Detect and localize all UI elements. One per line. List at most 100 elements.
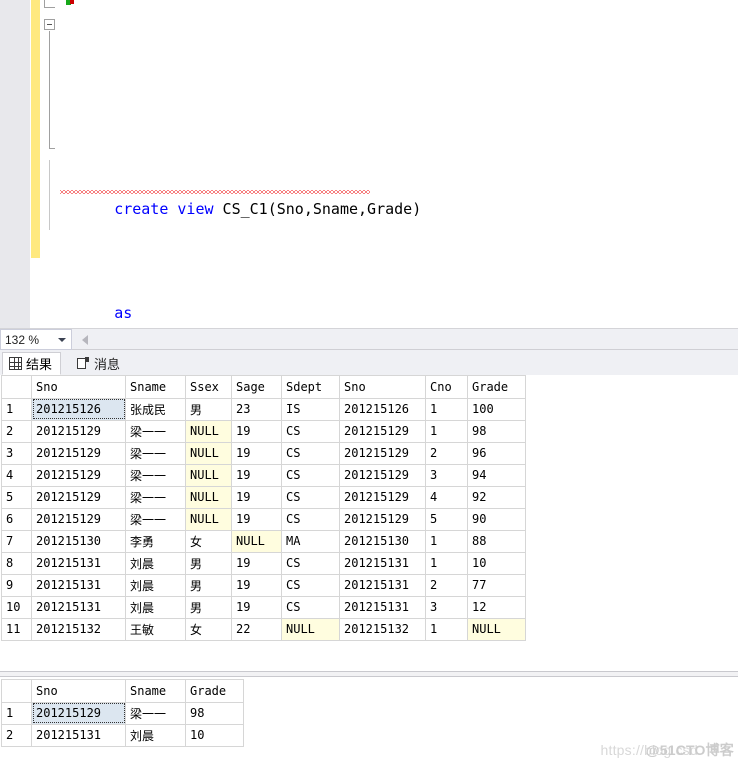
cell-sname-2[interactable]: 梁一一 [125,701,186,725]
row-number[interactable]: 1 [1,397,32,421]
cell-sage-4[interactable]: 23 [231,397,282,421]
cell-sno-6[interactable]: 201215129 [339,463,426,487]
cell-sage-4[interactable]: 19 [231,441,282,465]
code-text-area[interactable]: create view CS_C1(Sno,Sname,Grade) as se… [56,0,738,328]
row-number[interactable]: 4 [1,463,32,487]
cell-sage-4[interactable]: 19 [231,573,282,597]
cell-sname-2[interactable]: 刘晨 [125,595,186,619]
cell-sno-6[interactable]: 201215129 [339,441,426,465]
cell-sdept-5[interactable]: CS [281,441,340,465]
row-number[interactable]: 9 [1,573,32,597]
cell-sdept-5[interactable]: CS [281,419,340,443]
cell-cno-7[interactable]: 1 [425,397,468,421]
cell-ssex-3[interactable]: 女 [185,617,232,641]
cell-sdept-5[interactable]: CS [281,507,340,531]
cell-sno-6[interactable]: 201215126 [339,397,426,421]
row-number[interactable]: 1 [1,701,32,725]
results-table-1[interactable]: Sno Sname Ssex Sage Sdept Sno Cno Grade 1 201215… [1,376,526,641]
cell-sname-2[interactable]: 梁一一 [125,419,186,443]
tab-results[interactable]: 结果 [2,352,62,375]
row-number[interactable]: 5 [1,485,32,509]
cell-sno-6[interactable]: 201215131 [339,595,426,619]
cell-sname-2[interactable]: 刘晨 [125,723,186,747]
cell-sno-6[interactable]: 201215129 [339,507,426,531]
code-line-create-view[interactable]: create view CS_C1(Sno,Sname,Grade) [56,170,738,218]
cell-ssex-3[interactable]: 女 [185,529,232,553]
cell-cno-7[interactable]: 1 [425,419,468,443]
column-header-ssex-3[interactable]: Ssex [185,376,232,399]
cell-sno-1[interactable]: 201215129 [31,463,126,487]
table-row[interactable]: 5 201215129 梁一一 NULL 19 CS 201215129 4 92 [1,485,526,509]
table-row[interactable]: 10 201215131 刘晨男 19 CS 201215131 3 12 [1,595,526,619]
column-header-grade-3[interactable]: Grade [185,680,244,703]
column-header-rownum[interactable] [1,680,32,703]
table-row[interactable]: 6 201215129 梁一一 NULL 19 CS 201215129 5 90 [1,507,526,531]
column-header-sage-4[interactable]: Sage [231,376,282,399]
table-row[interactable]: 1 201215129 梁一一 98 [1,701,244,725]
cell-sname-2[interactable]: 梁一一 [125,463,186,487]
row-number[interactable]: 11 [1,617,32,641]
cell-sdept-5[interactable]: NULL [281,617,340,641]
column-header-sno-6[interactable]: Sno [339,376,426,399]
cell-sno-6[interactable]: 201215132 [339,617,426,641]
row-number[interactable]: 2 [1,419,32,443]
cell-sno-6[interactable]: 201215129 [339,485,426,509]
cell-ssex-3[interactable]: NULL [185,507,232,531]
cell-sno-1[interactable]: 201215129 [31,441,126,465]
table-body[interactable]: 1 201215126 张成民男 23 IS 201215126 1 100 2 20121512… [1,397,526,641]
cell-sno-1[interactable]: 201215126 [31,397,126,421]
row-number[interactable]: 6 [1,507,32,531]
chevron-down-icon[interactable] [58,338,66,342]
column-header-cno-7[interactable]: Cno [425,376,468,399]
cell-sno-1[interactable]: 201215129 [31,485,126,509]
cell-sdept-5[interactable]: CS [281,551,340,575]
cell-sdept-5[interactable]: MA [281,529,340,553]
cell-ssex-3[interactable]: 男 [185,397,232,421]
cell-sage-4[interactable]: 19 [231,595,282,619]
cell-grade-8[interactable]: 77 [467,573,526,597]
cell-sno-6[interactable]: 201215130 [339,529,426,553]
sql-editor-pane[interactable]: create view CS_C1(Sno,Sname,Grade) as se… [0,0,738,328]
table-row[interactable]: 3 201215129 梁一一 NULL 19 CS 201215129 2 96 [1,441,526,465]
row-number[interactable]: 7 [1,529,32,553]
cell-sno-6[interactable]: 201215131 [339,551,426,575]
cell-ssex-3[interactable]: 男 [185,595,232,619]
results-grid-host[interactable]: Sno Sname Ssex Sage Sdept Sno Cno Grade 1 201215… [0,375,738,772]
cell-grade-8[interactable]: 10 [467,551,526,575]
cell-sname-2[interactable]: 梁一一 [125,485,186,509]
cell-ssex-3[interactable]: NULL [185,463,232,487]
cell-cno-7[interactable]: 1 [425,551,468,575]
cell-ssex-3[interactable]: NULL [185,485,232,509]
cell-sno-6[interactable]: 201215129 [339,419,426,443]
column-header-sdept-5[interactable]: Sdept [281,376,340,399]
cell-sno-1[interactable]: 201215130 [31,529,126,553]
table-row[interactable]: 11 201215132 王敏女 22 NULL 201215132 1 NULL [1,617,526,641]
cell-cno-7[interactable]: 2 [425,441,468,465]
cell-grade-8[interactable]: 100 [467,397,526,421]
tab-messages[interactable]: 消息 [70,352,130,375]
cell-grade-8[interactable]: 90 [467,507,526,531]
row-number[interactable]: 3 [1,441,32,465]
collapse-region-icon[interactable] [44,19,55,30]
cell-sno-1[interactable]: 201215131 [31,723,126,747]
table-row[interactable]: 7 201215130 李勇女 NULL MA 201215130 1 88 [1,529,526,553]
column-header-sname-2[interactable]: Sname [125,680,186,703]
cell-ssex-3[interactable]: 男 [185,551,232,575]
cell-sage-4[interactable]: 19 [231,485,282,509]
cell-sdept-5[interactable]: CS [281,595,340,619]
horizontal-scroll-left-arrow[interactable] [82,335,88,345]
cell-sno-1[interactable]: 201215129 [31,419,126,443]
cell-grade-8[interactable]: 88 [467,529,526,553]
table-row[interactable]: 4 201215129 梁一一 NULL 19 CS 201215129 3 94 [1,463,526,487]
cell-cno-7[interactable]: 1 [425,529,468,553]
cell-grade-8[interactable]: 12 [467,595,526,619]
column-header-rownum[interactable] [1,376,32,399]
column-header-grade-8[interactable]: Grade [467,376,526,399]
cell-sno-1[interactable]: 201215131 [31,595,126,619]
zoom-level-combobox[interactable]: 132 % [0,329,72,350]
cell-sno-1[interactable]: 201215129 [31,507,126,531]
cell-cno-7[interactable]: 3 [425,595,468,619]
cell-sage-4[interactable]: 22 [231,617,282,641]
row-number[interactable]: 2 [1,723,32,747]
cell-sno-1[interactable]: 201215132 [31,617,126,641]
